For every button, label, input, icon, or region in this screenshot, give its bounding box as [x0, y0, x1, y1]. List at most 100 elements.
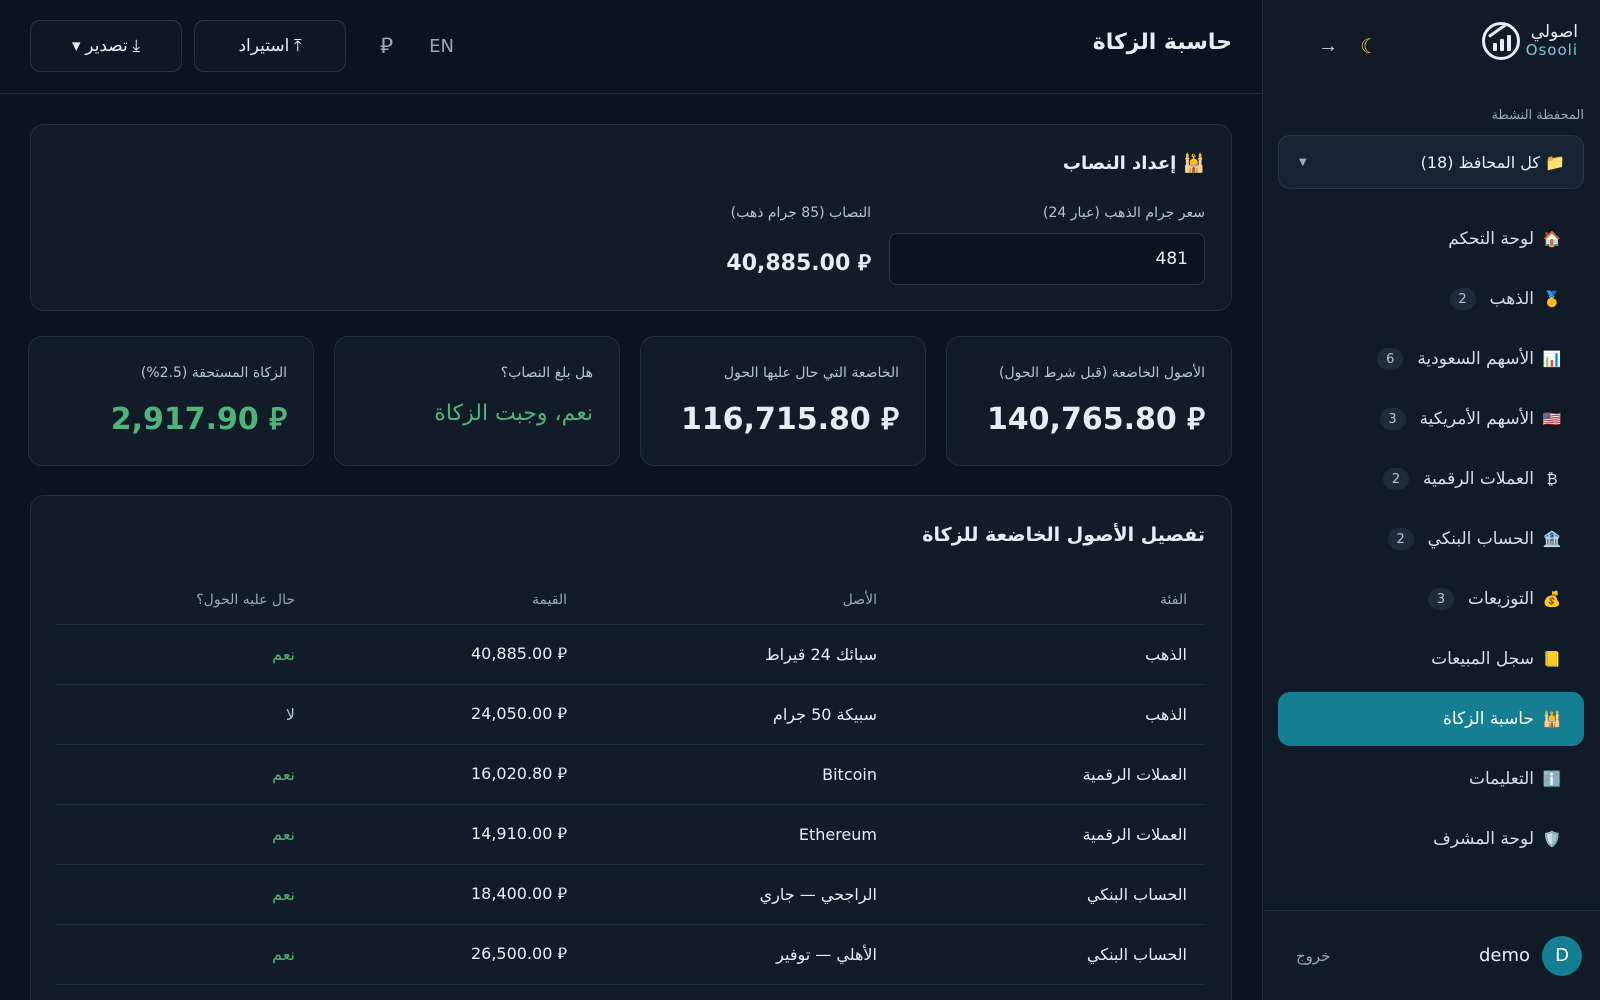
table-header-row: الفئة الأصل القيمة حال عليه الحول؟: [55, 576, 1205, 625]
collapse-arrow-icon[interactable]: →: [1318, 35, 1338, 58]
stat-card-nisab-reached: هل بلغ النصاب؟ نعم، وجبت الزكاة: [334, 336, 620, 466]
sidebar-item-dashboard[interactable]: 🏠 لوحة التحكم: [1278, 212, 1584, 266]
table-row: الحساب البنكي الراجحي — جاري 18,400.00 ⃁…: [55, 864, 1205, 925]
count-badge: 3: [1379, 408, 1406, 430]
count-badge: 6: [1377, 348, 1404, 370]
cell-asset: Bitcoin: [585, 744, 895, 805]
nisab-value: 40,885.00 ⃁: [726, 251, 871, 276]
zakat-breakdown-card: تفصيل الأصول الخاضعة للزكاة الفئة الأصل …: [30, 495, 1232, 1000]
cell-value: 18,400.00 ⃁: [313, 864, 585, 925]
topbar: حاسبة الزكاة ⤓ تصدير ▾ ⤒ استيراد ⃁ EN: [0, 0, 1262, 94]
sidebar-item-label: الحساب البنكي: [1427, 529, 1534, 549]
cell-hawl: نعم: [55, 924, 313, 985]
column-header-value: القيمة: [313, 576, 585, 625]
username: demo: [1478, 945, 1530, 966]
sidebar: اصولي Osooli → ☾ المحفظة النشطة 📁 كل الم…: [1262, 0, 1600, 1000]
cell-asset: سبائك 24 قيراط: [585, 624, 895, 685]
sidebar-item-gold[interactable]: 🥇 الذهب 2: [1278, 272, 1584, 326]
cell-category: الحساب البنكي: [895, 924, 1205, 985]
language-toggle[interactable]: EN: [429, 36, 454, 57]
stat-label: الأصول الخاضعة (قبل شرط الحول): [998, 365, 1205, 381]
stat-value: 2,917.90 ⃁: [110, 402, 287, 437]
stat-card-taxable-assets: الأصول الخاضعة (قبل شرط الحول) 140,765.8…: [946, 336, 1232, 466]
cell-value: 26,500.00 ⃁: [313, 924, 585, 985]
sidebar-top-icons: → ☾: [1318, 34, 1378, 59]
sidebar-item-sales-log[interactable]: 📒 سجل المبيعات: [1278, 632, 1584, 686]
count-badge: 2: [1383, 468, 1410, 490]
page-title: حاسبة الزكاة: [1092, 30, 1232, 55]
cell-value: 40,885.00 ⃁: [313, 624, 585, 685]
portfolio-label: المحفظة النشطة: [1491, 108, 1584, 123]
top-actions: ⤓ تصدير ▾ ⤒ استيراد ⃁ EN: [30, 20, 454, 72]
sidebar-item-label: التعليمات: [1468, 769, 1534, 789]
export-button[interactable]: ⤓ تصدير ▾: [30, 20, 182, 72]
chart-icon: 📊: [1542, 350, 1562, 368]
sidebar-item-label: حاسبة الزكاة: [1442, 709, 1534, 729]
cell-asset: سبيكة 50 جرام: [585, 684, 895, 745]
cell-asset: الراجحي — جاري: [585, 864, 895, 925]
nisab-label: النصاب (85 جرام ذهب): [730, 205, 871, 221]
ledger-icon: 📒: [1542, 650, 1562, 668]
zakat-breakdown-table: الفئة الأصل القيمة حال عليه الحول؟ الذهب…: [55, 576, 1205, 985]
us-flag-icon: 🇺🇸: [1542, 410, 1562, 428]
table-row: الذهب سبائك 24 قيراط 40,885.00 ⃁ نعم: [55, 624, 1205, 685]
sidebar-item-label: لوحة المشرف: [1433, 829, 1534, 849]
stat-value: 140,765.80 ⃁: [986, 402, 1205, 437]
sidebar-item-crypto[interactable]: ₿ العملات الرقمية 2: [1278, 452, 1584, 506]
money-bag-icon: 💰: [1542, 590, 1562, 608]
cell-category: الذهب: [895, 624, 1205, 685]
table-title: تفصيل الأصول الخاضعة للزكاة: [922, 524, 1205, 546]
cell-asset: Ethereum: [585, 804, 895, 865]
sidebar-item-saudi-stocks[interactable]: 📊 الأسهم السعودية 6: [1278, 332, 1584, 386]
column-header-asset: الأصل: [585, 576, 895, 625]
count-badge: 3: [1427, 588, 1454, 610]
info-icon: ℹ️: [1542, 770, 1562, 788]
sidebar-item-dividends[interactable]: 💰 التوزيعات 3: [1278, 572, 1584, 626]
cell-hawl: لا: [55, 684, 313, 745]
nisab-settings-card: 🕌 إعداد النصاب سعر جرام الذهب (عيار 24) …: [30, 124, 1232, 311]
bitcoin-icon: ₿: [1546, 470, 1558, 488]
stat-card-hawl-assets: الخاضعة التي حال عليها الحول 116,715.80 …: [640, 336, 926, 466]
import-button[interactable]: ⤒ استيراد: [194, 20, 346, 72]
stat-value: 116,715.80 ⃁: [680, 402, 899, 437]
sidebar-item-instructions[interactable]: ℹ️ التعليمات: [1278, 752, 1584, 806]
column-header-hawl: حال عليه الحول؟: [55, 576, 313, 625]
table-row: العملات الرقمية Ethereum 14,910.00 ⃁ نعم: [55, 804, 1205, 865]
stat-label: هل بلغ النصاب؟: [500, 365, 593, 381]
sidebar-item-label: سجل المبيعات: [1431, 649, 1534, 669]
sidebar-item-zakat-calculator[interactable]: 🕌 حاسبة الزكاة: [1278, 692, 1584, 746]
stat-value: نعم، وجبت الزكاة: [434, 401, 593, 426]
sidebar-item-label: العملات الرقمية: [1423, 469, 1534, 489]
table-row: الحساب البنكي الأهلي — توفير 26,500.00 ⃁…: [55, 924, 1205, 985]
stat-label: الخاضعة التي حال عليها الحول: [723, 365, 899, 381]
avatar: D: [1542, 935, 1582, 976]
gold-price-input[interactable]: [889, 233, 1205, 285]
sidebar-nav: 🏠 لوحة التحكم 🥇 الذهب 2 📊 الأسهم السعودي…: [1278, 212, 1584, 872]
sidebar-item-admin[interactable]: 🛡️ لوحة المشرف: [1278, 812, 1584, 866]
count-badge: 2: [1387, 528, 1414, 550]
cell-hawl: نعم: [55, 624, 313, 685]
logout-button[interactable]: خروج: [1296, 947, 1330, 965]
cell-category: العملات الرقمية: [895, 804, 1205, 865]
moon-icon[interactable]: ☾: [1360, 34, 1378, 59]
cell-value: 14,910.00 ⃁: [313, 804, 585, 865]
gold-price-label: سعر جرام الذهب (عيار 24): [1043, 205, 1205, 221]
portfolio-select[interactable]: 📁 كل المحافظ (18) ▼: [1278, 135, 1584, 189]
shield-icon: 🛡️: [1542, 830, 1562, 848]
sidebar-item-label: لوحة التحكم: [1448, 229, 1534, 249]
column-header-category: الفئة: [895, 576, 1205, 625]
sidebar-item-us-stocks[interactable]: 🇺🇸 الأسهم الأمريكية 3: [1278, 392, 1584, 446]
stat-label: الزكاة المستحقة (2.5%): [140, 365, 287, 381]
stat-card-zakat-due: الزكاة المستحقة (2.5%) 2,917.90 ⃁: [28, 336, 314, 466]
cell-category: الذهب: [895, 684, 1205, 745]
sidebar-item-label: الأسهم الأمريكية: [1419, 409, 1534, 429]
cell-category: الحساب البنكي: [895, 864, 1205, 925]
cell-category: العملات الرقمية: [895, 744, 1205, 805]
riyal-currency-icon[interactable]: ⃁: [380, 32, 393, 60]
cell-value: 16,020.80 ⃁: [313, 744, 585, 805]
sidebar-item-bank[interactable]: 🏦 الحساب البنكي 2: [1278, 512, 1584, 566]
cell-hawl: نعم: [55, 744, 313, 805]
chevron-down-icon: ▼: [1299, 156, 1307, 168]
brand-logo[interactable]: اصولي Osooli: [1481, 22, 1578, 60]
cell-hawl: نعم: [55, 864, 313, 925]
